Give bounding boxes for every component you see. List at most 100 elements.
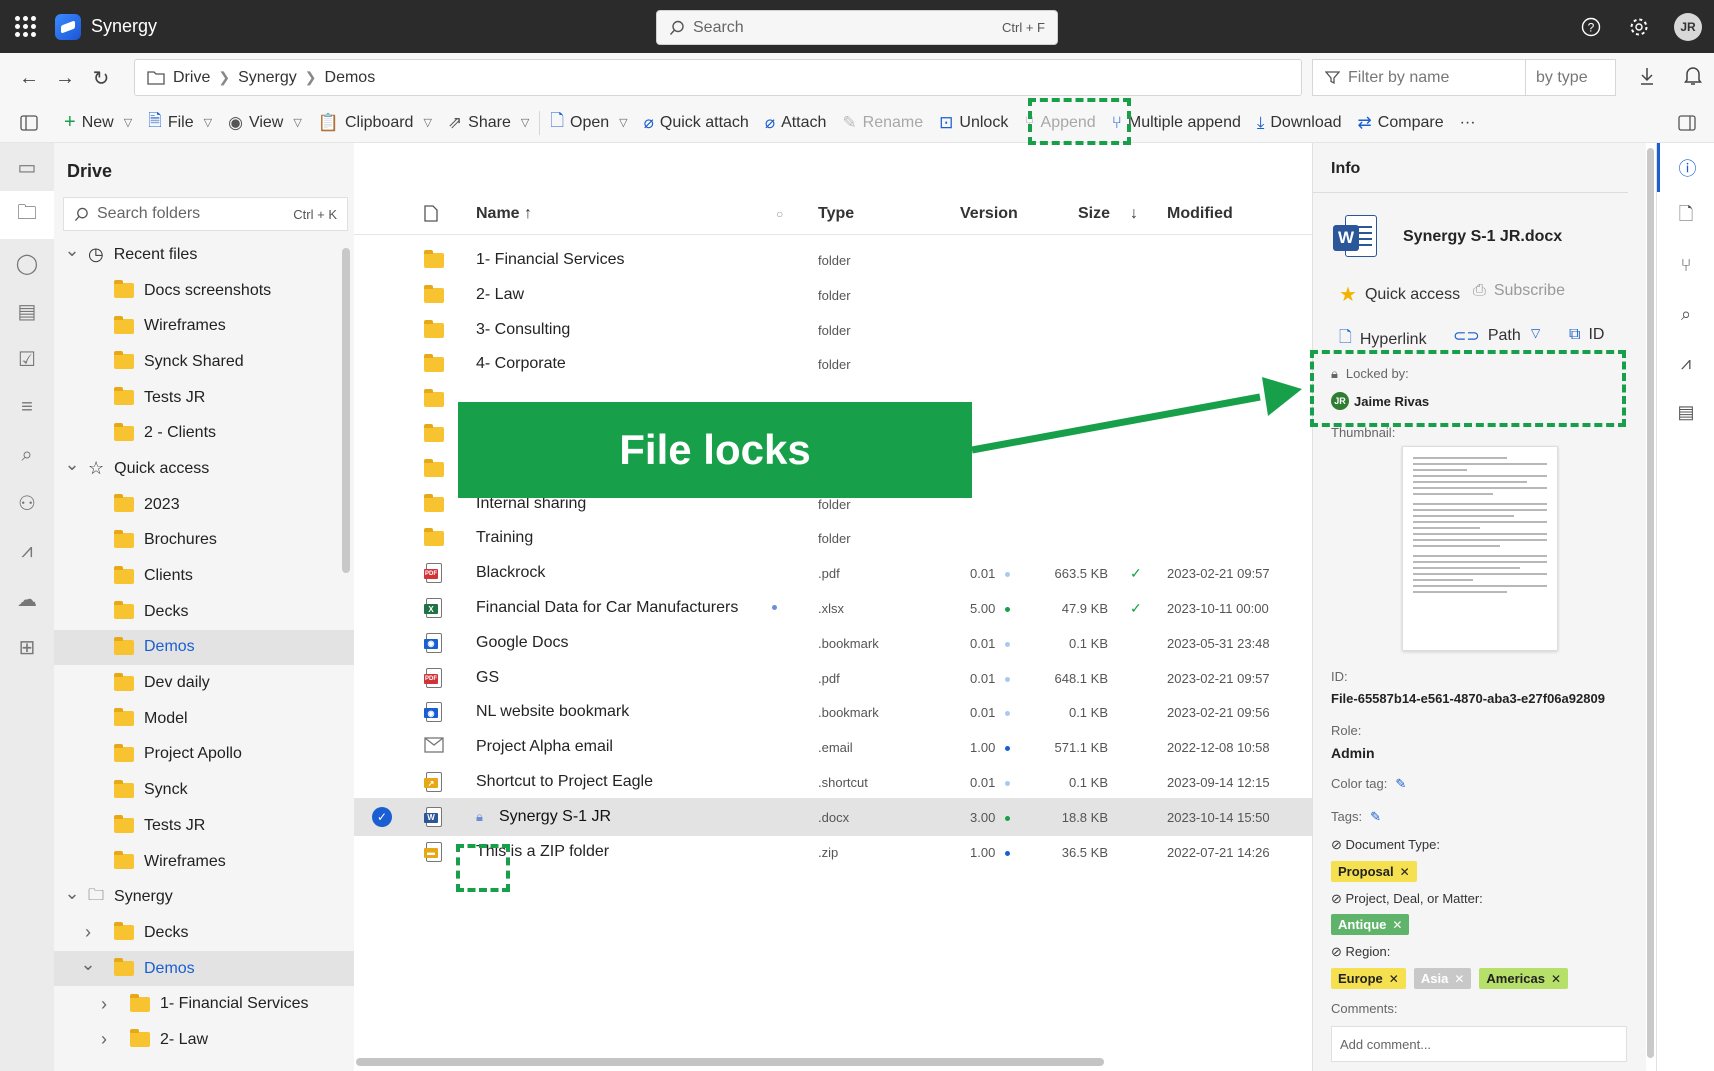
tree-node[interactable]: Wireframes	[54, 844, 354, 880]
analytics-icon[interactable]: ⩘	[0, 527, 54, 575]
settings-gear-icon[interactable]	[1626, 14, 1652, 40]
chat-icon[interactable]: ◯	[0, 239, 54, 287]
search-folders-input[interactable]: Search folders Ctrl + K	[63, 197, 348, 231]
tree-node[interactable]: Wireframes	[54, 308, 354, 344]
file-menu-button[interactable]: 🗎 File ▽	[140, 107, 220, 139]
metadata-tag[interactable]: Europe ✕	[1331, 968, 1406, 989]
app-launcher-icon[interactable]	[15, 15, 37, 38]
attach-button[interactable]: ⌀ Attach	[757, 107, 835, 139]
open-menu-button[interactable]: 🗋 Open ▽	[542, 107, 635, 139]
remove-tag-icon[interactable]: ✕	[1400, 865, 1410, 879]
remove-tag-icon[interactable]: ✕	[1454, 972, 1464, 986]
path-options-chevron-icon[interactable]: ▽	[1531, 326, 1540, 340]
breadcrumb-drive[interactable]: Drive	[173, 69, 210, 87]
tree-node[interactable]: Tests JR	[54, 380, 354, 416]
download-arrow-icon[interactable]	[1638, 66, 1656, 90]
remove-tag-icon[interactable]: ✕	[1392, 918, 1402, 932]
file-row[interactable]: ◉ Google Docs .bookmark 0.01 0.1 KB 2023-05-3…	[354, 624, 1312, 662]
quick-access-button[interactable]: ★ Quick access	[1339, 282, 1460, 307]
sort-download-icon[interactable]: ↓	[1130, 205, 1138, 223]
column-name[interactable]: Name ↑	[476, 205, 532, 223]
compare-button[interactable]: ⇄ Compare	[1350, 107, 1452, 139]
toggle-sidebar-button[interactable]	[12, 107, 46, 139]
help-icon[interactable]: ?	[1578, 14, 1604, 40]
tree-node[interactable]: ⌄ ◷ Recent files	[54, 237, 354, 273]
activity-chart-icon[interactable]: ⩘	[1657, 339, 1714, 388]
info-circle-icon[interactable]: ⓘ	[1657, 143, 1714, 192]
edit-color-tag-pencil-icon[interactable]: ✎	[1395, 776, 1406, 792]
tree-node[interactable]: › Decks	[54, 915, 354, 951]
tree-node[interactable]: 2023	[54, 487, 354, 523]
chevron-right-icon[interactable]: ›	[96, 1029, 112, 1050]
column-modified[interactable]: Modified	[1167, 205, 1233, 223]
add-comment-input[interactable]: Add comment...	[1331, 1026, 1627, 1062]
chevron-down-icon[interactable]: ⌄	[64, 240, 80, 261]
file-row[interactable]: PDF GS .pdf 0.01 648.1 KB 2023-02-21 09:57	[354, 659, 1312, 697]
tree-node[interactable]: Docs screenshots	[54, 273, 354, 309]
download-button[interactable]: ⤓ Download	[1249, 107, 1350, 139]
file-row[interactable]: 1- Financial Services folder	[354, 241, 1312, 279]
share-menu-button[interactable]: ⇗ Share ▽	[440, 107, 537, 139]
file-name[interactable]: Project Alpha email	[476, 738, 613, 756]
breadcrumb-demos[interactable]: Demos	[325, 69, 376, 87]
file-lock-icon[interactable]: 🔒︎	[476, 809, 483, 825]
more-options-button[interactable]: ···	[1452, 107, 1484, 139]
view-menu-button[interactable]: ◉ View ▽	[220, 107, 310, 139]
file-row[interactable]: Training folder	[354, 519, 1312, 557]
file-name[interactable]: Shortcut to Project Eagle	[476, 773, 653, 791]
tree-node[interactable]: ⌄ Demos	[54, 950, 354, 987]
quick-attach-button[interactable]: ⌀ Quick attach	[636, 107, 757, 139]
file-row[interactable]: ✓ W 🔒︎ Synergy S-1 JR .docx 3.00 18.8 KB 2023-1…	[354, 797, 1312, 836]
column-version[interactable]: Version	[960, 205, 1018, 223]
path-button[interactable]: ⊂⊃ Path	[1453, 326, 1521, 346]
subscribe-button[interactable]: ⎙ Subscribe	[1473, 282, 1565, 300]
tree-node[interactable]: Tests JR	[54, 808, 354, 844]
people-icon[interactable]: ⚇	[0, 479, 54, 527]
file-name[interactable]: GS	[476, 669, 499, 687]
remove-tag-icon[interactable]: ✕	[1551, 972, 1561, 986]
rename-button[interactable]: ✎ Rename	[834, 107, 931, 139]
id-button[interactable]: ⧉ ID	[1569, 326, 1604, 344]
file-row[interactable]: 2- Law folder	[354, 276, 1312, 314]
notes-list-icon[interactable]: ▤	[1657, 388, 1714, 437]
metadata-tag[interactable]: Asia ✕	[1413, 968, 1472, 989]
tree-node[interactable]: Decks	[54, 594, 354, 630]
tree-node[interactable]: Demos	[54, 629, 354, 666]
apps-grid-icon[interactable]: ⊞	[0, 623, 54, 671]
metadata-tag[interactable]: Americas ✕	[1479, 968, 1568, 989]
global-search-input[interactable]: Search Ctrl + F	[656, 10, 1058, 45]
clipboard-menu-button[interactable]: 📋 Clipboard ▽	[310, 107, 440, 139]
tree-node[interactable]: Model	[54, 701, 354, 737]
search-in-file-icon[interactable]: ⌕	[1657, 290, 1714, 339]
tree-node[interactable]: Dev daily	[54, 665, 354, 701]
column-size[interactable]: Size	[1078, 205, 1110, 223]
new-button[interactable]: + New ▽	[56, 107, 140, 139]
back-arrow-icon[interactable]: ←	[14, 63, 44, 93]
file-row[interactable]: 3- Consulting folder	[354, 311, 1312, 349]
file-name[interactable]: 3- Consulting	[476, 321, 570, 339]
file-row[interactable]: ◉ NL website bookmark .bookmark 0.01 0.1 KB 2…	[354, 693, 1312, 731]
tree-node[interactable]: Synck	[54, 772, 354, 808]
tree-node[interactable]: ⌄ 🗀 Synergy	[54, 879, 354, 915]
file-name[interactable]: Blackrock	[476, 564, 545, 582]
forward-arrow-icon[interactable]: →	[50, 63, 80, 93]
notes-icon[interactable]: ▤	[0, 287, 54, 335]
metadata-tag[interactable]: Proposal ✕	[1331, 861, 1417, 882]
metadata-tag[interactable]: Antique ✕	[1331, 914, 1410, 935]
file-name[interactable]: Training	[476, 529, 533, 547]
tree-node[interactable]: Project Apollo	[54, 737, 354, 773]
file-row[interactable]: Project Alpha email .email 1.00 571.1 KB 202…	[354, 728, 1312, 766]
file-row[interactable]: 4- Corporate folder	[354, 345, 1312, 383]
type-icon-column[interactable]	[424, 205, 438, 227]
chevron-down-icon[interactable]: ⌄	[80, 954, 96, 975]
filter-by-type-input[interactable]: by type	[1526, 59, 1616, 96]
tree-node[interactable]: Brochures	[54, 523, 354, 559]
chevron-right-icon[interactable]: ›	[80, 922, 96, 943]
notifications-bell-icon[interactable]	[1684, 66, 1702, 90]
tree-node[interactable]: Clients	[54, 558, 354, 594]
selected-check-icon[interactable]: ✓	[372, 806, 392, 827]
document-thumbnail[interactable]	[1402, 446, 1558, 651]
user-avatar[interactable]: JR	[1674, 13, 1702, 41]
file-list-horizontal-scrollbar[interactable]	[356, 1058, 1104, 1066]
status-column-icon[interactable]: ○	[776, 207, 783, 221]
